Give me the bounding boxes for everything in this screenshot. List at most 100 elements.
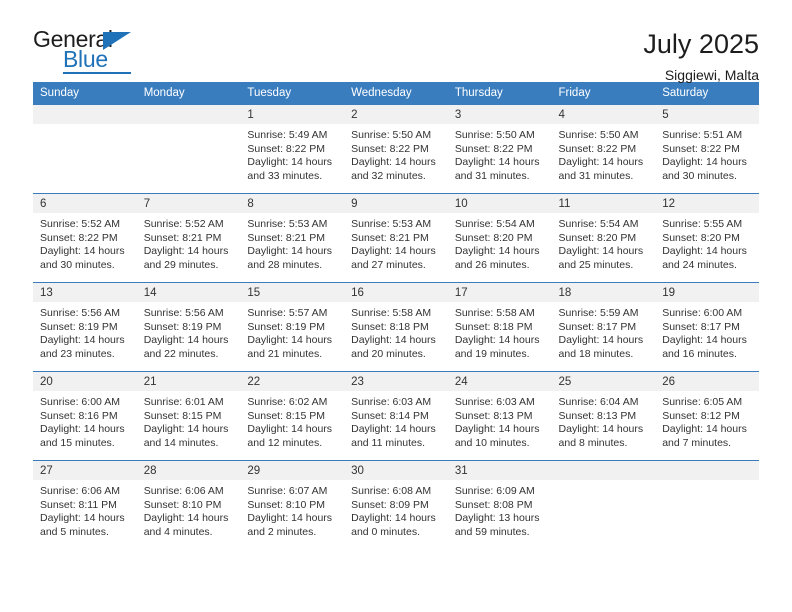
- calendar-day-cell[interactable]: 10 Sunrise: 5:54 AM Sunset: 8:20 PM Dayligh…: [447, 193, 552, 283]
- day-info: Sunrise: 5:56 AM Sunset: 8:19 PM Daylight:…: [33, 302, 137, 361]
- day-info: Sunrise: 6:05 AM Sunset: 8:12 PM Daylight:…: [655, 391, 759, 450]
- day-number: 3: [447, 105, 552, 124]
- day-number: 15: [240, 283, 345, 302]
- weekday-header-saturday: Saturday: [655, 82, 759, 105]
- calendar-day-cell[interactable]: 14 Sunrise: 5:56 AM Sunset: 8:19 PM Dayligh…: [136, 282, 241, 372]
- calendar-day-cell[interactable]: 25 Sunrise: 6:04 AM Sunset: 8:13 PM Dayligh…: [551, 371, 656, 461]
- sunrise-text: Sunrise: 6:00 AM: [40, 396, 120, 408]
- day-info: Sunrise: 5:52 AM Sunset: 8:22 PM Daylight:…: [33, 213, 137, 272]
- daylight-text: Daylight: 14 hours: [662, 423, 747, 435]
- calendar-day-cell[interactable]: 2 Sunrise: 5:50 AM Sunset: 8:22 PM Daylight…: [344, 104, 448, 194]
- calendar-day-cell[interactable]: 26 Sunrise: 6:05 AM Sunset: 8:12 PM Dayligh…: [655, 371, 759, 461]
- sunrise-text: Sunrise: 6:06 AM: [143, 485, 224, 497]
- sunrise-text: Sunrise: 6:07 AM: [247, 485, 328, 497]
- calendar-day-cell[interactable]: 8 Sunrise: 5:53 AM Sunset: 8:21 PM Daylight…: [240, 193, 345, 283]
- sunrise-sunset-calendar: Sunday Monday Tuesday Wednesday Thursday…: [33, 82, 759, 550]
- daylight-text: Daylight: 14 hours: [558, 156, 644, 168]
- weekday-header-row: Sunday Monday Tuesday Wednesday Thursday…: [33, 82, 759, 105]
- day-number: 23: [344, 372, 448, 391]
- calendar-day-cell[interactable]: 7 Sunrise: 5:52 AM Sunset: 8:21 PM Daylight…: [136, 193, 241, 283]
- sunrise-text: Sunrise: 5:51 AM: [662, 129, 743, 141]
- day-info: Sunrise: 5:58 AM Sunset: 8:18 PM Daylight:…: [344, 302, 448, 361]
- calendar-day-cell[interactable]: 20 Sunrise: 6:00 AM Sunset: 8:16 PM Dayligh…: [33, 371, 137, 461]
- sunrise-text: Sunrise: 6:01 AM: [143, 396, 224, 408]
- calendar-day-cell[interactable]: 31 Sunrise: 6:09 AM Sunset: 8:08 PM Dayligh…: [447, 460, 552, 550]
- sunset-text: Sunset: 8:15 PM: [247, 409, 326, 422]
- day-number: 28: [136, 461, 241, 480]
- sunset-text: Sunset: 8:22 PM: [351, 142, 429, 155]
- daylight-text: Daylight: 14 hours: [143, 512, 229, 524]
- calendar-day-cell[interactable]: 15 Sunrise: 5:57 AM Sunset: 8:19 PM Dayligh…: [240, 282, 345, 372]
- sunrise-text: Sunrise: 5:54 AM: [558, 218, 639, 230]
- daylight-text: Daylight: 14 hours: [454, 156, 540, 168]
- sunrise-text: Sunrise: 5:58 AM: [351, 307, 432, 319]
- calendar-day-cell[interactable]: 5 Sunrise: 5:51 AM Sunset: 8:22 PM Daylight…: [655, 104, 759, 194]
- calendar-day-cell[interactable]: 19 Sunrise: 6:00 AM Sunset: 8:17 PM Dayligh…: [655, 282, 759, 372]
- daylight-text: Daylight: 14 hours: [143, 423, 229, 435]
- calendar-day-cell[interactable]: 23 Sunrise: 6:03 AM Sunset: 8:14 PM Dayligh…: [344, 371, 448, 461]
- page-title: July 2025: [643, 29, 759, 59]
- day-number: 9: [344, 194, 448, 213]
- day-info: Sunrise: 5:56 AM Sunset: 8:19 PM Daylight:…: [137, 302, 241, 361]
- daylight-text: and 5 minutes.: [40, 525, 109, 538]
- daylight-text: Daylight: 14 hours: [247, 512, 333, 524]
- sunset-text: Sunset: 8:16 PM: [40, 409, 118, 422]
- sunset-text: Sunset: 8:21 PM: [247, 231, 326, 244]
- day-info: Sunrise: 6:08 AM Sunset: 8:09 PM Daylight:…: [344, 480, 448, 539]
- sunset-text: Sunset: 8:22 PM: [247, 142, 326, 155]
- sunset-text: Sunset: 8:13 PM: [454, 409, 533, 422]
- day-number: 19: [655, 283, 759, 302]
- calendar-day-cell[interactable]: 29 Sunrise: 6:07 AM Sunset: 8:10 PM Dayligh…: [240, 460, 345, 550]
- sunset-text: Sunset: 8:19 PM: [143, 320, 222, 333]
- daylight-text: Daylight: 14 hours: [143, 245, 229, 257]
- day-info: Sunrise: 6:03 AM Sunset: 8:13 PM Daylight:…: [448, 391, 552, 450]
- daylight-text: and 30 minutes.: [40, 258, 115, 271]
- calendar-day-cell[interactable]: 18 Sunrise: 5:59 AM Sunset: 8:17 PM Dayligh…: [551, 282, 656, 372]
- calendar-day-cell[interactable]: 21 Sunrise: 6:01 AM Sunset: 8:15 PM Dayligh…: [136, 371, 241, 461]
- calendar-day-cell[interactable]: 9 Sunrise: 5:53 AM Sunset: 8:21 PM Daylight…: [344, 193, 448, 283]
- sunrise-text: Sunrise: 5:50 AM: [351, 129, 432, 141]
- day-info: Sunrise: 5:58 AM Sunset: 8:18 PM Daylight:…: [448, 302, 552, 361]
- day-number: 16: [344, 283, 448, 302]
- weekday-header-wednesday: Wednesday: [344, 82, 448, 105]
- daylight-text: and 25 minutes.: [558, 258, 634, 271]
- calendar-day-cell[interactable]: 28 Sunrise: 6:06 AM Sunset: 8:10 PM Dayligh…: [136, 460, 241, 550]
- sunset-text: Sunset: 8:18 PM: [454, 320, 533, 333]
- sunrise-text: Sunrise: 6:04 AM: [558, 396, 639, 408]
- day-number: 13: [33, 283, 137, 302]
- calendar-day-cell[interactable]: 27 Sunrise: 6:06 AM Sunset: 8:11 PM Dayligh…: [33, 460, 137, 550]
- calendar-day-cell[interactable]: 1 Sunrise: 5:49 AM Sunset: 8:22 PM Daylight…: [240, 104, 345, 194]
- day-info: Sunrise: 5:50 AM Sunset: 8:22 PM Daylight:…: [448, 124, 552, 183]
- calendar-day-cell[interactable]: 13 Sunrise: 5:56 AM Sunset: 8:19 PM Dayligh…: [33, 282, 137, 372]
- daylight-text: and 24 minutes.: [662, 258, 737, 271]
- day-number: [655, 461, 759, 480]
- calendar-day-cell[interactable]: 6 Sunrise: 5:52 AM Sunset: 8:22 PM Daylight…: [33, 193, 137, 283]
- calendar-day-cell[interactable]: 11 Sunrise: 5:54 AM Sunset: 8:20 PM Dayligh…: [551, 193, 656, 283]
- sunrise-text: Sunrise: 5:52 AM: [143, 218, 224, 230]
- calendar-week-row: 6 Sunrise: 5:52 AM Sunset: 8:22 PM Daylight…: [33, 193, 759, 283]
- calendar-day-cell[interactable]: 17 Sunrise: 5:58 AM Sunset: 8:18 PM Dayligh…: [447, 282, 552, 372]
- calendar-day-cell[interactable]: 24 Sunrise: 6:03 AM Sunset: 8:13 PM Dayligh…: [447, 371, 552, 461]
- calendar-day-cell[interactable]: 16 Sunrise: 5:58 AM Sunset: 8:18 PM Dayligh…: [344, 282, 448, 372]
- calendar-day-cell[interactable]: 22 Sunrise: 6:02 AM Sunset: 8:15 PM Dayligh…: [240, 371, 345, 461]
- day-number: 10: [447, 194, 552, 213]
- sunset-text: Sunset: 8:22 PM: [662, 142, 740, 155]
- sunset-text: Sunset: 8:20 PM: [454, 231, 533, 244]
- sunrise-text: Sunrise: 5:53 AM: [351, 218, 432, 230]
- calendar-day-cell[interactable]: 3 Sunrise: 5:50 AM Sunset: 8:22 PM Daylight…: [447, 104, 552, 194]
- day-info: Sunrise: 6:02 AM Sunset: 8:15 PM Daylight:…: [240, 391, 344, 450]
- calendar-day-cell[interactable]: 4 Sunrise: 5:50 AM Sunset: 8:22 PM Daylight…: [551, 104, 656, 194]
- weekday-header-thursday: Thursday: [447, 82, 552, 105]
- sunset-text: Sunset: 8:13 PM: [558, 409, 637, 422]
- day-info: Sunrise: 6:09 AM Sunset: 8:08 PM Daylight:…: [448, 480, 552, 539]
- sunset-text: Sunset: 8:19 PM: [40, 320, 118, 333]
- day-info: Sunrise: 6:03 AM Sunset: 8:14 PM Daylight:…: [344, 391, 448, 450]
- calendar-day-cell[interactable]: 12 Sunrise: 5:55 AM Sunset: 8:20 PM Dayligh…: [655, 193, 759, 283]
- calendar-week-row: 20 Sunrise: 6:00 AM Sunset: 8:16 PM Dayligh…: [33, 371, 759, 461]
- day-number: 21: [136, 372, 241, 391]
- logo-text-blue: Blue: [63, 46, 108, 72]
- day-number: 2: [344, 105, 448, 124]
- daylight-text: Daylight: 14 hours: [247, 423, 333, 435]
- calendar-day-cell[interactable]: 30 Sunrise: 6:08 AM Sunset: 8:09 PM Dayligh…: [344, 460, 448, 550]
- day-number: 24: [447, 372, 552, 391]
